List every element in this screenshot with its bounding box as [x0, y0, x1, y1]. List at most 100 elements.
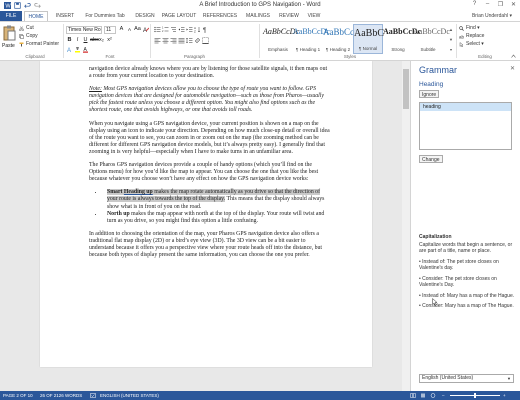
vertical-scrollbar[interactable] — [402, 61, 410, 391]
zoom-slider-thumb[interactable] — [474, 393, 476, 398]
page-count[interactable]: PAGE 2 OF 10 — [3, 391, 33, 400]
zoom-in-icon[interactable]: + — [503, 391, 506, 400]
svg-text:Z: Z — [194, 30, 196, 34]
style-heading-2[interactable]: AaBbCc ¶ Heading 2 — [323, 24, 354, 54]
line-spacing-icon[interactable] — [186, 37, 193, 44]
shrink-font-button[interactable]: A — [126, 26, 133, 33]
style-heading-1[interactable]: AaBbCcDc ¶ Heading 1 — [293, 24, 330, 54]
bold-button[interactable]: B — [66, 37, 73, 44]
language-select[interactable]: English (United States) ▼ — [419, 374, 514, 383]
show-formatting-icon[interactable]: ¶ — [202, 26, 209, 33]
tab-file[interactable]: FILE — [0, 11, 22, 21]
web-layout-icon[interactable] — [430, 393, 436, 398]
minimize-button[interactable]: – — [483, 1, 492, 8]
word-count[interactable]: 26 OF 2126 WORDS — [40, 391, 82, 400]
multilevel-list-icon[interactable] — [170, 26, 177, 33]
highlight-color-icon[interactable] — [74, 46, 81, 53]
help-button[interactable]: ? — [470, 1, 479, 8]
tab-review[interactable]: REVIEW — [276, 11, 302, 21]
bullets-icon[interactable] — [154, 26, 161, 33]
replace-button[interactable]: ab Replace — [459, 33, 484, 39]
language-indicator[interactable]: ENGLISH (UNITED STATES) — [100, 391, 159, 400]
paste-icon[interactable] — [3, 25, 16, 41]
print-layout-icon[interactable] — [420, 393, 426, 398]
user-account[interactable]: Brian Underdahl ▾ — [472, 11, 512, 21]
tab-page-layout[interactable]: PAGE LAYOUT — [160, 11, 198, 21]
style-subtitle[interactable]: AaBbCcDc Subtitle — [413, 24, 450, 54]
tab-home[interactable]: HOME — [24, 11, 48, 21]
tab-for-dummies[interactable]: For Dummies Tab — [80, 11, 130, 21]
paintbrush-icon — [19, 42, 24, 46]
grow-font-button[interactable]: A — [118, 26, 125, 33]
font-color-icon[interactable]: A — [82, 46, 89, 53]
close-icon[interactable]: ✕ — [510, 65, 515, 72]
decrease-indent-icon[interactable] — [178, 26, 185, 33]
window-title: A Brief Introduction to GPS Navigation -… — [199, 2, 321, 8]
text-effects-icon[interactable]: A — [66, 46, 73, 53]
find-button[interactable]: Find ▾ — [459, 25, 480, 31]
style-sample: AaBbCcDc — [383, 27, 422, 36]
superscript-button[interactable]: x² — [106, 37, 113, 44]
suggestion-item[interactable]: heading — [420, 103, 511, 111]
change-case-button[interactable]: Aa — [134, 26, 141, 33]
collapse-ribbon-icon[interactable] — [511, 54, 516, 58]
read-mode-icon[interactable] — [410, 393, 416, 398]
tab-design[interactable]: DESIGN — [132, 11, 158, 21]
svg-text:2: 2 — [162, 30, 164, 33]
find-label: Find ▾ — [466, 25, 480, 31]
scrollbar-thumb[interactable] — [403, 69, 409, 109]
chevron-down-icon[interactable]: ▼ — [449, 37, 453, 42]
cursor-arrow-icon — [459, 41, 464, 47]
restore-button[interactable]: ❐ — [496, 1, 505, 8]
paragraph: In addition to choosing the orientation … — [89, 230, 323, 259]
cut-button[interactable]: Cut — [19, 25, 34, 31]
close-button[interactable]: ✕ — [509, 1, 518, 8]
chevron-up-icon[interactable]: ▲ — [449, 27, 453, 32]
change-button[interactable]: Change — [419, 155, 443, 163]
strikethrough-button[interactable]: abc — [90, 37, 99, 44]
copy-button[interactable]: Copy — [19, 33, 38, 39]
ignore-button[interactable]: Ignore — [419, 90, 440, 98]
ribbon-tabs: FILE HOME INSERT For Dummies Tab DESIGN … — [0, 11, 520, 21]
pane-title: Grammar — [419, 65, 457, 75]
style-strong[interactable]: AaBbCcDc Strong — [383, 24, 422, 54]
underline-button[interactable]: U — [82, 37, 89, 44]
align-center-icon[interactable] — [162, 37, 169, 44]
note-paragraph: Note: Most GPS navigation devices allow … — [89, 86, 331, 114]
align-right-icon[interactable] — [170, 37, 177, 44]
increase-indent-icon[interactable] — [186, 26, 193, 33]
more-styles-icon[interactable]: ▾ — [450, 47, 452, 52]
list-item: Smart Heading up makes the map rotate au… — [104, 189, 331, 210]
svg-text:A: A — [67, 48, 71, 53]
paste-button[interactable]: Paste — [2, 43, 15, 49]
font-size-box[interactable]: 11 — [104, 26, 116, 34]
bullet-strong-text: North up — [107, 210, 130, 217]
borders-icon[interactable] — [202, 37, 209, 44]
tab-view[interactable]: VIEW — [304, 11, 324, 21]
bullet-strong-text: Smart — [107, 189, 124, 196]
style-sample: AaBbCcDc — [413, 27, 450, 36]
sort-icon[interactable]: AZ — [194, 26, 201, 33]
style-emphasis[interactable]: AaBbCcDc Emphasis — [263, 24, 299, 54]
document-page[interactable]: navigation device already knows where yo… — [40, 61, 372, 367]
tab-mailings[interactable]: MAILINGS — [242, 11, 274, 21]
ribbon-home: Paste Cut Copy Format Painter Clipboard … — [0, 21, 520, 61]
style-sample: AaBbC — [354, 28, 384, 39]
justify-icon[interactable] — [178, 37, 185, 44]
explanation-title: Capitalization — [419, 234, 452, 240]
select-button[interactable]: Select ▾ — [459, 41, 484, 47]
numbering-icon[interactable]: 12 — [162, 26, 169, 33]
shading-icon[interactable] — [194, 37, 201, 44]
tab-insert[interactable]: INSERT — [52, 11, 78, 21]
proofing-icon[interactable] — [90, 393, 96, 398]
tab-references[interactable]: REFERENCES — [200, 11, 240, 21]
clear-formatting-icon[interactable]: A — [142, 26, 149, 33]
font-name-box[interactable]: Times New Ro — [66, 26, 102, 34]
align-left-icon[interactable] — [154, 37, 161, 44]
subscript-button[interactable]: x₂ — [98, 37, 105, 44]
italic-button[interactable]: I — [74, 37, 81, 44]
grammar-error-text[interactable]: Heading up — [123, 189, 153, 196]
style-normal[interactable]: AaBbC ¶ Normal — [353, 24, 384, 54]
zoom-out-icon[interactable]: – — [442, 391, 445, 400]
format-painter-button[interactable]: Format Painter — [19, 41, 59, 47]
